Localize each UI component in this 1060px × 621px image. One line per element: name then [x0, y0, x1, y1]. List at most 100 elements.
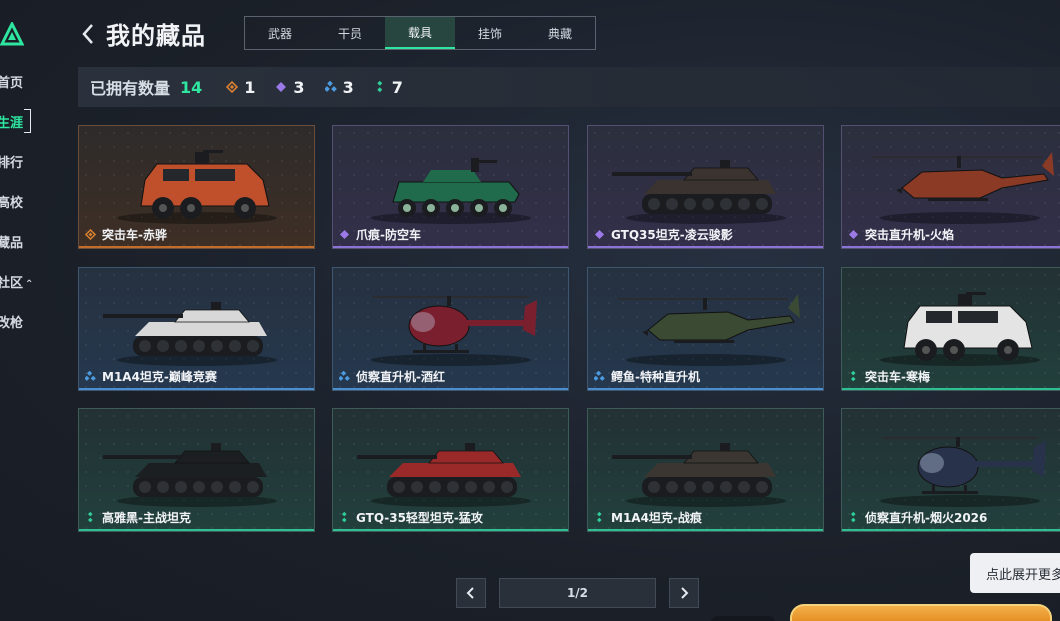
vehicle-card[interactable]: GTQ-35轻型坦克-猛攻: [332, 408, 569, 532]
purple-diamond-icon: [594, 229, 605, 240]
vehicle-name: GTQ35坦克-凌云骏影: [611, 228, 733, 242]
vehicle-card[interactable]: 爪痕-防空车: [332, 125, 569, 249]
rarity-bar: [79, 529, 314, 531]
blue-diamond-icon: [594, 371, 605, 381]
rarity-icon: [594, 512, 605, 523]
purple-diamond-icon: [339, 229, 350, 240]
armored-car-icon: [880, 292, 1040, 366]
rarity-orange-count: 1: [226, 78, 255, 97]
rarity-icon: [85, 229, 96, 240]
back-button[interactable]: [78, 20, 98, 48]
vehicle-name: M1A4坦克-巅峰竞赛: [102, 370, 217, 384]
green-diamond-icon: [342, 512, 347, 523]
rarity-count: 7: [391, 77, 403, 97]
green-diamond-icon: [88, 512, 93, 523]
green-diamond-icon: [376, 81, 382, 93]
sidebar-item[interactable]: 排行: [0, 152, 23, 171]
vehicle-name: 突击车-寒梅: [865, 370, 930, 384]
tank-icon: [103, 443, 277, 507]
owned-label: 已拥有数量: [90, 79, 171, 98]
chevron-up-icon: ⌃: [25, 279, 34, 290]
next-page-button[interactable]: [669, 578, 699, 608]
sidebar-item[interactable]: 改枪: [0, 312, 23, 331]
vehicle-card[interactable]: 侦察直升机-烟火2026: [841, 408, 1060, 532]
blue-diamond-icon: [339, 371, 350, 381]
prev-page-button[interactable]: [456, 578, 486, 608]
rarity-bar: [842, 246, 1060, 248]
blue-diamond-icon: [85, 371, 96, 381]
card-label: 突击车-寒梅: [848, 368, 930, 385]
rarity-icon: [594, 371, 605, 382]
rarity-count: 3: [293, 77, 305, 97]
light-heli-icon: [880, 437, 1046, 507]
blue-diamond-icon: [324, 81, 337, 92]
vehicle-card[interactable]: 侦察直升机-酒红: [332, 267, 569, 391]
tank-icon: [357, 443, 531, 507]
chevron-right-icon: [681, 587, 689, 599]
card-label: GTQ-35轻型坦克-猛攻: [339, 509, 483, 526]
card-label: 侦察直升机-烟火2026: [848, 509, 987, 526]
rarity-bar: [333, 388, 568, 390]
page-indicator: 1/2: [499, 578, 656, 608]
vehicle-name: M1A4坦克-战痕: [611, 511, 702, 525]
secondary-action-button[interactable]: [710, 616, 776, 621]
tank-icon: [612, 160, 786, 224]
sidebar-item[interactable]: 高校: [0, 192, 23, 211]
card-label: 突击直升机-火焰: [848, 226, 954, 243]
orange-diamond-icon: [85, 229, 96, 240]
rarity-blue-count: 3: [324, 78, 354, 97]
purple-diamond-icon: [848, 229, 859, 240]
tab-weapons[interactable]: 武器: [245, 17, 315, 49]
vehicle-name: GTQ-35轻型坦克-猛攻: [356, 511, 483, 525]
vehicle-card[interactable]: M1A4坦克-战痕: [587, 408, 824, 532]
sidebar-item[interactable]: 藏品: [0, 232, 23, 251]
armored-car-icon: [117, 150, 277, 224]
purple-diamond-icon: [276, 82, 287, 92]
tab-charms[interactable]: 挂饰: [455, 17, 525, 49]
orange-diamond-icon: [226, 81, 239, 93]
rarity-icon: [339, 512, 350, 523]
card-label: GTQ35坦克-凌云骏影: [594, 226, 733, 243]
owned-count: 14: [180, 77, 203, 97]
green-diamond-icon: [851, 371, 856, 382]
vehicle-name: 突击直升机-火焰: [865, 228, 954, 242]
rarity-count: 1: [244, 77, 256, 97]
rarity-icon: [85, 512, 96, 523]
vehicle-card[interactable]: M1A4坦克-巅峰竞赛: [78, 267, 315, 391]
vehicle-card[interactable]: 突击直升机-火焰: [841, 125, 1060, 249]
sidebar-item[interactable]: 社区 ⌃: [0, 272, 33, 291]
vehicle-card[interactable]: 鳄鱼-特种直升机: [587, 267, 824, 391]
vehicle-card[interactable]: GTQ35坦克-凌云骏影: [587, 125, 824, 249]
tab-collection[interactable]: 典藏: [525, 17, 595, 49]
category-tabs: 武器 干员 载具 挂饰 典藏: [244, 16, 596, 50]
card-label: M1A4坦克-战痕: [594, 509, 702, 526]
vehicle-card[interactable]: 高雅黑-主战坦克: [78, 408, 315, 532]
rarity-bar: [588, 246, 823, 248]
page-title: 我的藏品: [106, 22, 206, 50]
rarity-bar: [79, 388, 314, 390]
attack-heli-icon: [618, 294, 800, 366]
rarity-icon: [848, 512, 859, 523]
primary-action-button[interactable]: [790, 604, 1052, 621]
green-diamond-icon: [597, 512, 602, 523]
rarity-icon: [594, 229, 605, 240]
light-heli-icon: [371, 296, 537, 366]
rarity-icon: [848, 229, 859, 240]
sidebar: 首页生涯排行高校藏品社区 ⌃ 改枪: [0, 0, 60, 621]
expand-more-button[interactable]: 点此展开更多: [970, 553, 1060, 593]
green-diamond-icon: [851, 512, 856, 523]
rarity-bar: [333, 246, 568, 248]
sidebar-item[interactable]: 生涯: [0, 109, 32, 133]
vehicle-name: 爪痕-防空车: [356, 228, 421, 242]
tank-icon: [612, 443, 786, 507]
sidebar-item[interactable]: 首页: [0, 72, 23, 91]
tab-vehicles[interactable]: 载具: [385, 17, 455, 49]
vehicle-card[interactable]: 突击车-寒梅: [841, 267, 1060, 391]
vehicle-name: 鳄鱼-特种直升机: [611, 370, 700, 384]
app-logo-icon: [0, 22, 24, 46]
rarity-purple-count: 3: [275, 77, 305, 97]
owned-summary-bar: 已拥有数量 14 1 3 3 7: [78, 67, 1060, 107]
card-label: 侦察直升机-酒红: [339, 368, 445, 385]
tab-operators[interactable]: 干员: [315, 17, 385, 49]
vehicle-card[interactable]: 突击车-赤骅: [78, 125, 315, 249]
